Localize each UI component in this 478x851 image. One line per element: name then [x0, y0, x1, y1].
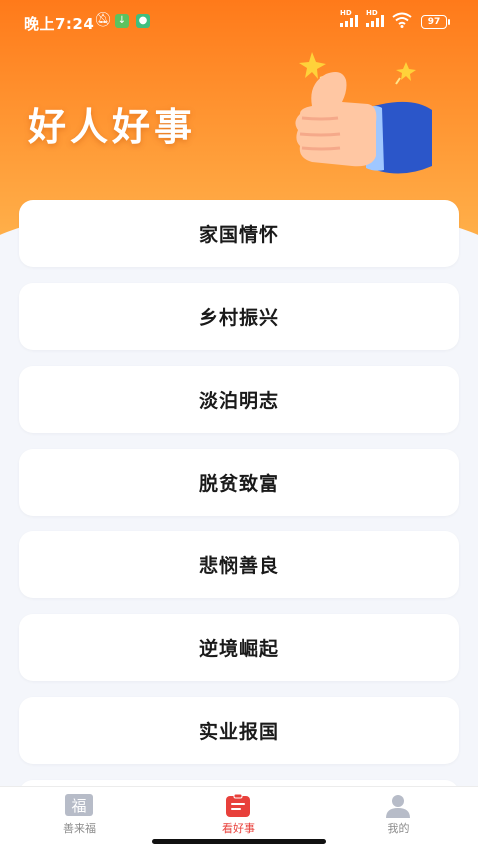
category-label: 实业报国	[198, 721, 279, 743]
thumbs-up-icon	[295, 52, 432, 174]
category-label: 家国情怀	[198, 224, 279, 246]
category-label: 悲悯善良	[198, 555, 279, 577]
battery-indicator: 97	[421, 15, 450, 29]
category-card[interactable]: 逆境崛起	[19, 614, 459, 681]
list-icon	[226, 794, 250, 817]
status-bar: 晚上7:24 🔕︎ ↓ ● HD HD 97	[0, 0, 478, 44]
category-card[interactable]: 实业报国	[19, 697, 459, 764]
user-icon	[386, 795, 410, 818]
category-label: 逆境崛起	[198, 638, 279, 660]
category-card[interactable]: 悲悯善良	[19, 531, 459, 598]
signal-icon	[366, 15, 384, 27]
signal-icon	[340, 15, 358, 27]
tab-profile[interactable]: 我的	[319, 787, 478, 851]
tab-label: 看好事	[222, 822, 255, 835]
tab-label: 我的	[387, 822, 410, 835]
wifi-icon	[392, 12, 412, 28]
category-label: 淡泊明志	[198, 390, 279, 412]
home-indicator	[152, 839, 326, 844]
category-card[interactable]: 脱贫致富	[19, 449, 459, 516]
category-label: 乡村振兴	[198, 307, 279, 329]
category-card[interactable]: 淡泊明志	[19, 366, 459, 433]
svg-text:福: 福	[71, 797, 86, 815]
category-label: 脱贫致富	[198, 473, 279, 495]
status-time: 晚上7:24	[24, 15, 95, 33]
bell-off-icon: 🔕︎	[94, 12, 112, 28]
tab-label: 善来福	[63, 822, 96, 835]
category-card[interactable]: 乡村振兴	[19, 283, 459, 350]
page-title: 好人好事	[28, 105, 197, 149]
app-notification-icon: ●	[136, 14, 150, 28]
download-icon: ↓	[115, 14, 129, 28]
fu-icon: 福	[65, 794, 93, 816]
tab-shanlaifu[interactable]: 福 善来福	[0, 787, 159, 851]
category-card[interactable]: 家国情怀	[19, 200, 459, 267]
